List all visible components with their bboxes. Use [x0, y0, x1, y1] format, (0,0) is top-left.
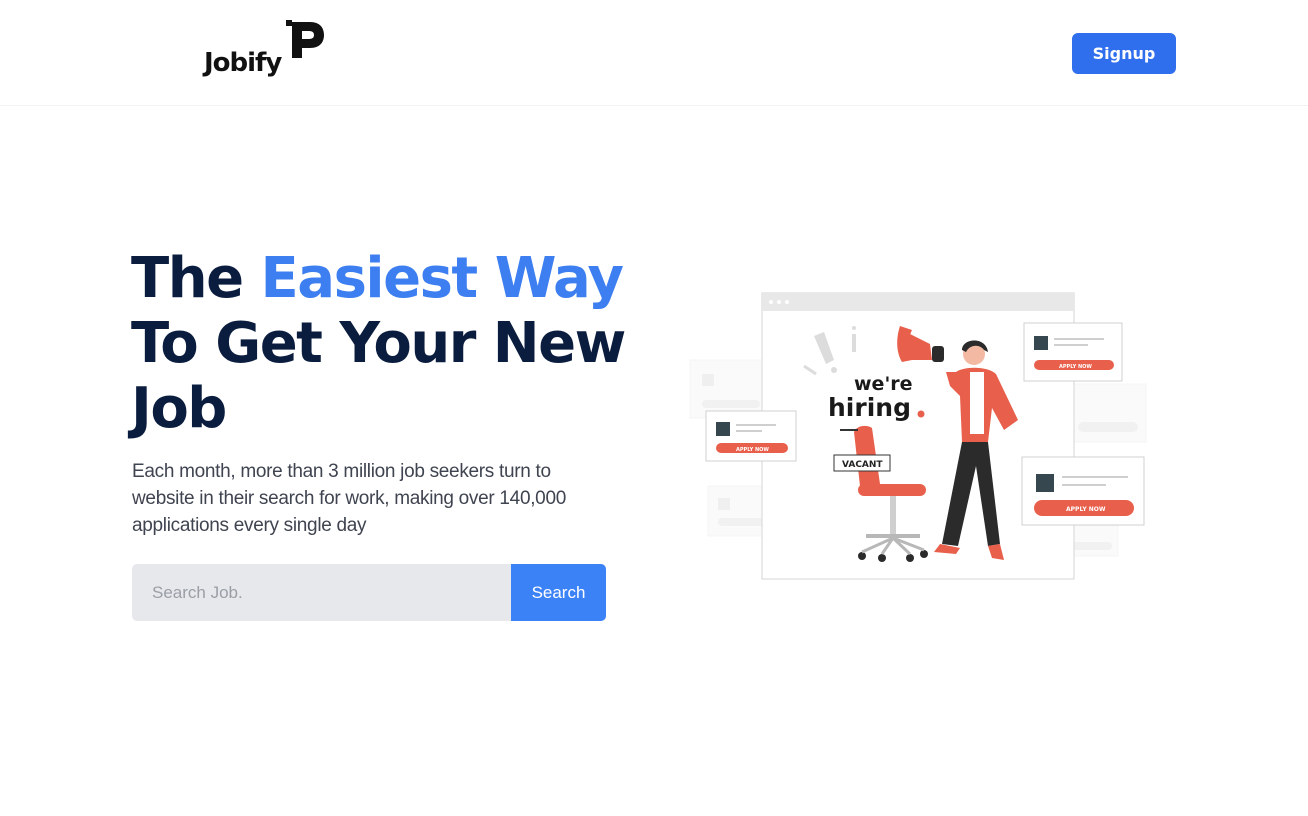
navbar: Jobify Signup [0, 0, 1308, 106]
hero-title-part2: To Get Your New Job [131, 311, 626, 441]
vacant-label: VACANT [842, 460, 883, 470]
signup-button[interactable]: Signup [1072, 33, 1176, 74]
search-bar: Search [132, 564, 606, 621]
job-card-2: APPLY NOW [705, 410, 797, 462]
apply-now-label-1: APPLY NOW [1059, 364, 1092, 370]
search-button[interactable]: Search [511, 564, 606, 621]
hiring-text: hiring [828, 393, 911, 422]
vacant-sign: VACANT [833, 454, 891, 472]
apply-now-label-2: APPLY NOW [736, 447, 769, 453]
logo-mark-icon [286, 20, 324, 58]
hiring-dot [917, 410, 925, 418]
job-card-1: APPLY NOW [1023, 322, 1123, 382]
were-text: we're [854, 373, 913, 395]
logo-text: Jobify [204, 48, 282, 78]
search-input[interactable] [132, 564, 511, 621]
apply-now-label-3: APPLY NOW [1066, 506, 1106, 513]
hiring-illustration: we're hiring VACANT APPLY NOW APPLY NOW … [689, 292, 1147, 580]
logo[interactable]: Jobify [204, 20, 334, 80]
hero-title-accent: Easiest Way [260, 246, 625, 311]
hero-title: The Easiest Way To Get Your New Job [131, 246, 651, 441]
hero-title-part1: The [131, 246, 261, 311]
hero-subtitle: Each month, more than 3 million job seek… [132, 461, 566, 536]
job-card-3: APPLY NOW [1021, 456, 1145, 526]
